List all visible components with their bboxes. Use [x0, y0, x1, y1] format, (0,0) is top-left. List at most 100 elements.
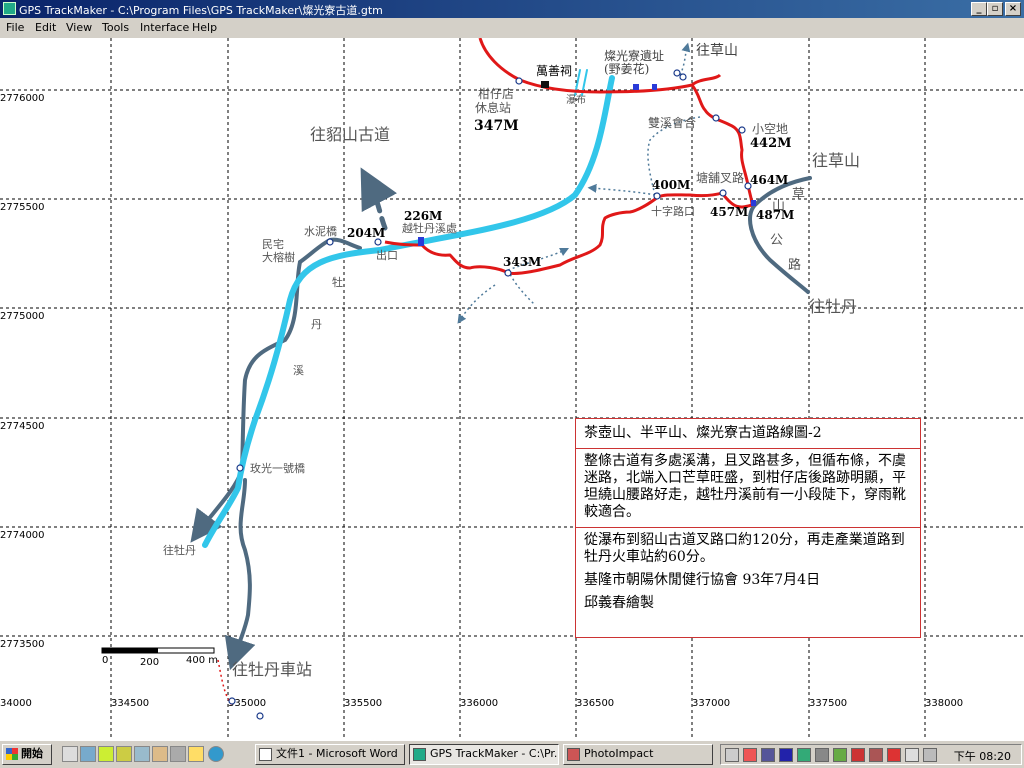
- info-title: 茶壺山、半平山、燦光寮古道路線圖-2: [584, 425, 822, 441]
- menu-interface[interactable]: Interface: [140, 21, 189, 34]
- quick-launch-icon-7[interactable]: [188, 746, 204, 762]
- tray-icon-12[interactable]: [923, 748, 937, 762]
- start-button[interactable]: 開始: [2, 744, 52, 765]
- label-ruins-sub: (野姜花): [604, 61, 649, 76]
- ime-icon[interactable]: [779, 748, 793, 762]
- label-xiaokongdi: 小空地: [752, 122, 788, 136]
- quick-launch-icon-6[interactable]: [170, 746, 186, 762]
- label-bridge1: 玫光一號橋: [250, 461, 305, 475]
- label-banyan: 大榕樹: [262, 250, 295, 264]
- label-shuangxi: 雙溪會合: [648, 115, 696, 130]
- stream-west: [190, 260, 302, 543]
- waypoint-s1: [228, 697, 236, 705]
- label-to-diaoshan: 往貂山古道: [310, 125, 390, 144]
- close-button[interactable]: ×: [1005, 2, 1021, 16]
- label-e442: 442M: [750, 136, 792, 151]
- task-photoimpact-label: PhotoImpact: [584, 747, 654, 760]
- x-label-334000: 34000: [0, 698, 32, 709]
- label-tangpu: 塘舖叉路: [696, 170, 744, 185]
- info-separator: [576, 448, 920, 449]
- task-word[interactable]: 文件1 - Microsoft Word: [255, 744, 405, 765]
- menu-edit[interactable]: Edit: [35, 21, 56, 34]
- tray-icon-6[interactable]: [815, 748, 829, 762]
- side-path-6: [679, 42, 691, 76]
- menu-file[interactable]: File: [6, 21, 24, 34]
- waypoint-bridge1: [236, 464, 244, 472]
- scale-end: 400 m: [186, 655, 218, 666]
- info-para3: 基隆市朝陽休閒健行協會 93年7月4日: [584, 572, 821, 588]
- info-para2: 從瀑布到貂山古道叉路口約120分，再走產業道路到牡丹火車站約60分。: [584, 532, 905, 565]
- menu-tools[interactable]: Tools: [102, 21, 129, 34]
- clock[interactable]: 下午 08:20: [954, 748, 1011, 764]
- info-para4: 邱義春繪製: [584, 595, 654, 611]
- y-label-2773500: 2773500: [0, 639, 45, 650]
- task-word-label: 文件1 - Microsoft Word: [276, 747, 398, 760]
- label-rest-station: 柑仔店: [478, 86, 514, 101]
- tray-icon-10[interactable]: [887, 748, 901, 762]
- tray-icon-7[interactable]: [833, 748, 847, 762]
- label-to-caoshan-right: 往草山: [812, 151, 860, 170]
- start-label: 開始: [21, 747, 43, 760]
- windows-flag-icon: [6, 748, 18, 760]
- label-rest-station-2: 休息站: [475, 100, 511, 115]
- waypoint-204: [326, 238, 334, 246]
- label-road-char-2: 山: [772, 199, 785, 214]
- show-desktop-icon[interactable]: [62, 746, 78, 762]
- x-label-338000: 338000: [925, 698, 963, 709]
- scale-bar: 0 200 400 m: [101, 647, 218, 668]
- title-bar: GPS TrackMaker - C:\Program Files\GPS Tr…: [0, 0, 1024, 18]
- media-icon[interactable]: [98, 746, 114, 762]
- map-canvas[interactable]: 2776000 2775500 2775000 2774500 2774000 …: [0, 38, 1024, 740]
- side-path-3: [507, 269, 536, 306]
- label-exit: 出口: [376, 248, 398, 262]
- label-to-mudan-left: 往牡丹: [163, 543, 196, 557]
- quick-launch-icon-5[interactable]: [152, 746, 168, 762]
- waypoint-343: [504, 269, 512, 277]
- label-ruins: 燦光寮遺址: [604, 48, 664, 63]
- trail-north-spur: [691, 73, 722, 87]
- info-box: 茶壺山、半平山、燦光寮古道路線圖-2 整條古道有多處溪溝，且叉路甚多，但循布條，…: [575, 418, 921, 638]
- volume-icon[interactable]: [725, 748, 739, 762]
- tray-icon-2[interactable]: [743, 748, 757, 762]
- label-e204: 204M: [347, 226, 385, 240]
- maximize-button[interactable]: ▫: [987, 2, 1003, 16]
- y-label-2774000: 2774000: [0, 530, 45, 541]
- y-label-2775000: 2775000: [0, 311, 45, 322]
- quick-launch-icon-4[interactable]: [134, 746, 150, 762]
- label-road-char-4: 路: [788, 257, 801, 273]
- scale-zero: 0: [102, 655, 108, 666]
- tray-icon-8[interactable]: [851, 748, 865, 762]
- label-waterfall: 瀑布: [566, 94, 586, 106]
- tray-icon-3[interactable]: [761, 748, 775, 762]
- tray-icon-11[interactable]: [905, 748, 919, 762]
- label-shizi: 十字路口: [651, 204, 695, 218]
- system-tray: 下午 08:20: [720, 744, 1022, 765]
- task-gps-trackmaker[interactable]: GPS TrackMaker - C:\Pr...: [409, 744, 559, 765]
- marker-487: [751, 200, 756, 206]
- menu-view[interactable]: View: [66, 21, 92, 34]
- y-label-2776000: 2776000: [0, 93, 45, 104]
- quick-launch-icon-3[interactable]: [116, 746, 132, 762]
- side-path-2: [457, 284, 496, 324]
- quick-launch-icon-8[interactable]: [208, 746, 224, 762]
- label-e400: 400M: [652, 178, 690, 192]
- label-to-mudan-station: 往牡丹車站: [232, 660, 312, 679]
- photoimpact-icon: [567, 748, 580, 761]
- label-e226: 226M: [404, 209, 442, 223]
- task-photoimpact[interactable]: PhotoImpact: [563, 744, 713, 765]
- waypoint-457: [719, 189, 727, 197]
- waypoint-ruins: [673, 69, 681, 77]
- minimize-button[interactable]: _: [971, 2, 987, 16]
- info-separator-2: [576, 527, 920, 528]
- waypoint-shuangxi: [712, 114, 720, 122]
- tray-icon-5[interactable]: [797, 748, 811, 762]
- marker-cross: [418, 237, 424, 246]
- side-path-4: [587, 183, 656, 196]
- label-e464: 464M: [750, 173, 788, 187]
- menu-help[interactable]: Help: [192, 21, 217, 34]
- task-gps-label: GPS TrackMaker - C:\Pr...: [430, 747, 559, 760]
- info-para1: 整條古道有多處溪溝，且叉路甚多，但循布條，不虞迷路，北端入口芒草旺盛，到柑仔店後…: [584, 453, 906, 520]
- tray-icon-9[interactable]: [869, 748, 883, 762]
- label-house: 民宅: [262, 237, 284, 251]
- ie-icon[interactable]: [80, 746, 96, 762]
